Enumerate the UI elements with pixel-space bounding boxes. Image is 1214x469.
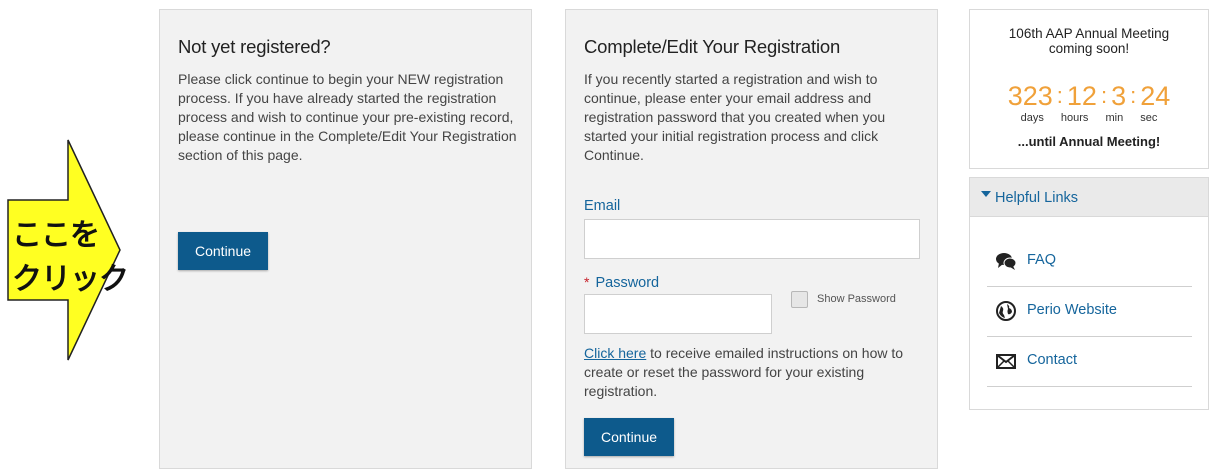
required-marker: * xyxy=(584,274,590,290)
continue-new-registration-button[interactable]: Continue xyxy=(178,232,269,270)
link-perio-website[interactable]: Perio Website xyxy=(987,288,1192,337)
chat-bubbles-icon[interactable] xyxy=(995,250,1017,272)
helpful-links-panel: Helpful Links FAQ Perio Website Contact xyxy=(969,177,1209,410)
countdown-until: ...until Annual Meeting! xyxy=(1017,134,1161,149)
reset-password-link[interactable]: Click here xyxy=(584,345,646,361)
countdown-separator: : xyxy=(1056,83,1063,108)
caret-down-icon[interactable] xyxy=(981,191,991,197)
password-field[interactable] xyxy=(584,294,772,334)
countdown-hours: 12 xyxy=(1066,81,1097,111)
countdown-units: days hours min sec xyxy=(970,112,1208,124)
countdown-separator: : xyxy=(1100,83,1108,108)
countdown-title-line1: 106th AAP Annual Meeting xyxy=(1008,26,1170,41)
password-label-text: Password xyxy=(595,275,660,291)
reset-password-text: Click here to receive emailed instructio… xyxy=(584,344,929,401)
link-contact[interactable]: Contact xyxy=(987,338,1192,387)
countdown-minutes: 3 xyxy=(1111,81,1127,111)
countdown-separator: : xyxy=(1130,83,1137,108)
edit-registration-panel: Complete/Edit Your Registration If you r… xyxy=(565,9,938,469)
annotation-label-2: クリック xyxy=(12,262,129,297)
new-registration-title: Not yet registered? xyxy=(178,36,331,57)
continue-edit-registration-button[interactable]: Continue xyxy=(584,418,675,456)
unit-min: min xyxy=(1105,112,1124,124)
link-contact-label[interactable]: Contact xyxy=(1027,352,1077,368)
globe-icon[interactable] xyxy=(995,300,1017,322)
new-registration-text: Please click continue to begin your NEW … xyxy=(178,71,517,163)
envelope-icon[interactable] xyxy=(995,350,1017,372)
unit-hours: hours xyxy=(1060,112,1089,124)
unit-sec: sec xyxy=(1140,112,1158,124)
show-password-checkbox[interactable] xyxy=(791,291,808,308)
email-field[interactable] xyxy=(584,219,920,259)
new-registration-panel: Not yet registered? Please click continu… xyxy=(159,9,532,469)
countdown-days: 323 xyxy=(1007,81,1053,111)
countdown-title: 106th AAP Annual Meeting coming soon! xyxy=(970,26,1208,56)
link-faq-label[interactable]: FAQ xyxy=(1027,252,1056,268)
link-perio-label[interactable]: Perio Website xyxy=(1027,302,1117,318)
annotation-label-1: ここを xyxy=(12,218,100,253)
helpful-links-title[interactable]: Helpful Links xyxy=(995,190,1078,206)
edit-registration-text: If you recently started a registration a… xyxy=(584,71,886,163)
countdown-numbers: 323:12:3:24 xyxy=(970,81,1208,113)
countdown-widget: 106th AAP Annual Meeting coming soon! 32… xyxy=(969,9,1209,169)
countdown-seconds: 24 xyxy=(1140,81,1171,111)
email-label: Email xyxy=(584,198,621,214)
link-faq[interactable]: FAQ xyxy=(987,238,1192,287)
show-password-label[interactable]: Show Password xyxy=(817,293,896,305)
edit-registration-title: Complete/Edit Your Registration xyxy=(584,36,841,57)
helpful-links-header[interactable]: Helpful Links xyxy=(970,178,1208,217)
unit-days: days xyxy=(1020,112,1044,124)
password-label: * Password xyxy=(584,274,659,291)
countdown-title-line2: coming soon! xyxy=(1048,41,1130,56)
